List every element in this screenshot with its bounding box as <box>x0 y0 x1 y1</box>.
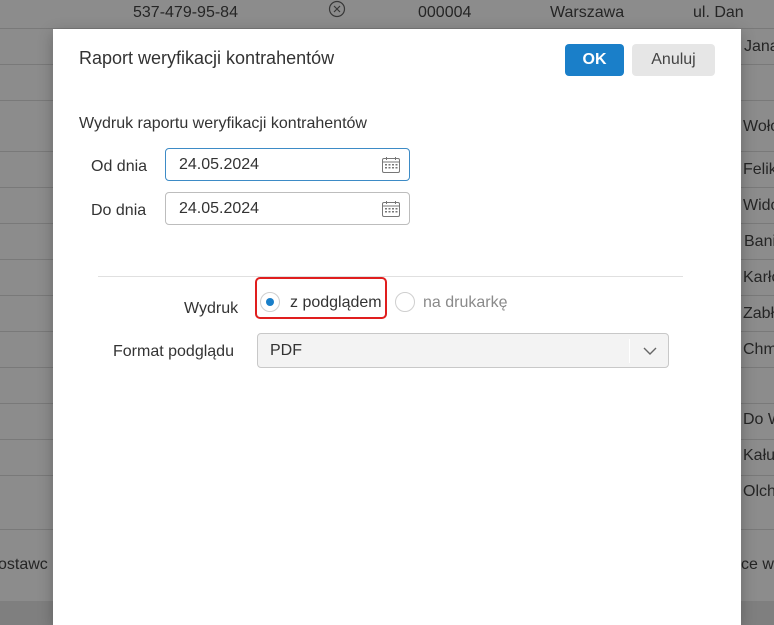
to-date-field[interactable]: 24.05.2024 <box>165 192 410 225</box>
from-date-field[interactable]: 24.05.2024 <box>165 148 410 181</box>
select-separator <box>629 339 630 363</box>
section-title: Wydruk raportu weryfikacji kontrahentów <box>79 115 367 132</box>
dialog-title: Raport weryfikacji kontrahentów <box>79 48 335 68</box>
radio-printer-label[interactable]: na drukarkę <box>423 294 508 312</box>
to-date-value: 24.05.2024 <box>179 200 260 217</box>
chevron-down-icon[interactable] <box>642 343 658 359</box>
cancel-button[interactable]: Anuluj <box>632 44 715 76</box>
to-date-label: Do dnia <box>91 202 147 219</box>
ok-button[interactable]: OK <box>565 44 624 76</box>
divider <box>98 276 683 277</box>
from-date-label: Od dnia <box>91 158 148 175</box>
calendar-icon[interactable] <box>382 157 400 173</box>
preview-format-value: PDF <box>270 342 302 359</box>
preview-format-select[interactable]: PDF <box>257 333 669 368</box>
radio-preview-label[interactable]: z podglądem <box>290 294 382 312</box>
print-mode-label: Wydruk <box>184 300 239 317</box>
radio-printer[interactable] <box>395 292 415 312</box>
from-date-value: 24.05.2024 <box>179 156 260 173</box>
calendar-icon[interactable] <box>382 201 400 217</box>
radio-preview[interactable] <box>260 292 280 312</box>
preview-format-label: Format podglądu <box>113 343 234 360</box>
report-dialog: Raport weryfikacji kontrahentów OK Anulu… <box>53 29 741 625</box>
